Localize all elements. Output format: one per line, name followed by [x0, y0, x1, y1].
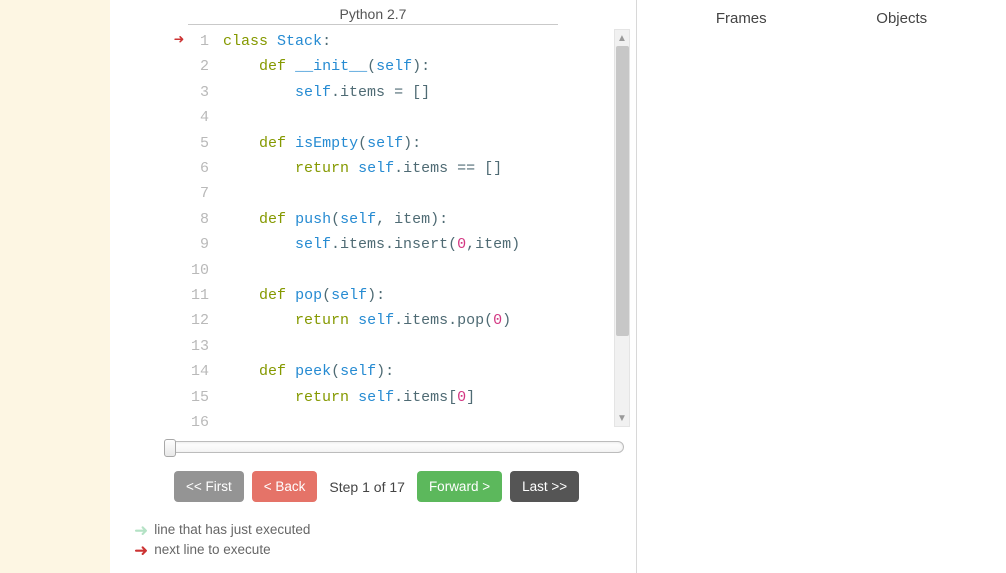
code-panel: Python 2.7 ➜ 1class Stack:2 def __init__(…: [110, 0, 636, 573]
legend-next: ➜ next line to execute: [134, 540, 636, 560]
code-line: 12 return self.items.pop(0): [110, 308, 521, 333]
line-source: return self.items[0]: [219, 385, 521, 410]
line-number: 2: [190, 54, 219, 79]
legend-next-text: next line to execute: [154, 540, 270, 560]
line-arrow-cell: [110, 410, 190, 427]
legend: ➜ line that has just executed ➜ next lin…: [134, 520, 636, 560]
code-line: 11 def pop(self):: [110, 283, 521, 308]
line-source: def __init__(self):: [219, 54, 521, 79]
line-source: class Stack:: [219, 29, 521, 54]
line-arrow-cell: [110, 385, 190, 410]
code-line: 13: [110, 334, 521, 359]
vis-headers: Frames Objects: [637, 0, 1006, 27]
code-line: 5 def isEmpty(self):: [110, 131, 521, 156]
forward-button[interactable]: Forward >: [417, 471, 502, 502]
line-source: self.items = []: [219, 80, 521, 105]
line-source: [219, 410, 521, 427]
step-label: Step 1 of 17: [329, 479, 405, 495]
code-line: 16: [110, 410, 521, 427]
line-arrow-cell: [110, 283, 190, 308]
last-button[interactable]: Last >>: [510, 471, 579, 502]
code-line: ➜ 1class Stack:: [110, 29, 521, 54]
scrollbar-thumb[interactable]: [616, 46, 629, 336]
line-number: 10: [190, 258, 219, 283]
line-source: self.items.insert(0,item): [219, 232, 521, 257]
executed-arrow-icon: ➜: [134, 522, 148, 539]
line-arrow-cell: [110, 207, 190, 232]
line-number: 9: [190, 232, 219, 257]
visualization-panel: Frames Objects: [636, 0, 1006, 573]
next-line-arrow-icon: ➜: [174, 32, 184, 51]
line-arrow-cell: [110, 131, 190, 156]
line-source: def peek(self):: [219, 359, 521, 384]
code-line: 8 def push(self, item):: [110, 207, 521, 232]
line-arrow-cell: [110, 258, 190, 283]
objects-header: Objects: [876, 10, 927, 27]
slider-knob[interactable]: [164, 439, 176, 457]
line-number: 1: [190, 29, 219, 54]
line-number: 16: [190, 410, 219, 427]
language-label: Python 2.7: [110, 6, 636, 22]
line-source: [219, 334, 521, 359]
legend-executed-text: line that has just executed: [154, 520, 310, 540]
back-button[interactable]: < Back: [252, 471, 318, 502]
line-arrow-cell: [110, 359, 190, 384]
code-scroll-area: ➜ 1class Stack:2 def __init__(self):3 sel…: [110, 29, 630, 427]
code-line: 14 def peek(self):: [110, 359, 521, 384]
frames-header: Frames: [716, 10, 767, 27]
divider: [188, 24, 558, 25]
scrollbar-vertical[interactable]: ▲ ▼: [614, 29, 630, 427]
line-number: 3: [190, 80, 219, 105]
step-slider[interactable]: [166, 441, 624, 453]
line-number: 8: [190, 207, 219, 232]
line-source: [219, 181, 521, 206]
line-number: 14: [190, 359, 219, 384]
scrollbar-down-icon[interactable]: ▼: [615, 410, 629, 426]
line-arrow-cell: [110, 54, 190, 79]
code-line: 9 self.items.insert(0,item): [110, 232, 521, 257]
step-controls: << First < Back Step 1 of 17 Forward > L…: [174, 471, 636, 502]
line-source: return self.items == []: [219, 156, 521, 181]
line-source: def push(self, item):: [219, 207, 521, 232]
line-arrow-cell: ➜: [110, 29, 190, 54]
legend-executed: ➜ line that has just executed: [134, 520, 636, 540]
code-line: 4: [110, 105, 521, 130]
line-arrow-cell: [110, 156, 190, 181]
line-source: [219, 105, 521, 130]
next-arrow-icon: ➜: [134, 542, 148, 559]
scrollbar-up-icon[interactable]: ▲: [615, 30, 629, 46]
code-table: ➜ 1class Stack:2 def __init__(self):3 sel…: [110, 29, 521, 427]
line-arrow-cell: [110, 308, 190, 333]
line-number: 15: [190, 385, 219, 410]
line-number: 6: [190, 156, 219, 181]
code-line: 2 def __init__(self):: [110, 54, 521, 79]
code-line: 7: [110, 181, 521, 206]
code-line: 3 self.items = []: [110, 80, 521, 105]
code-body: ➜ 1class Stack:2 def __init__(self):3 sel…: [110, 29, 614, 427]
line-arrow-cell: [110, 105, 190, 130]
line-number: 13: [190, 334, 219, 359]
line-source: def isEmpty(self):: [219, 131, 521, 156]
code-line: 6 return self.items == []: [110, 156, 521, 181]
code-line: 10: [110, 258, 521, 283]
line-source: return self.items.pop(0): [219, 308, 521, 333]
line-arrow-cell: [110, 334, 190, 359]
line-number: 7: [190, 181, 219, 206]
slider-rail[interactable]: [166, 441, 624, 453]
line-number: 4: [190, 105, 219, 130]
line-number: 12: [190, 308, 219, 333]
first-button[interactable]: << First: [174, 471, 244, 502]
line-number: 5: [190, 131, 219, 156]
line-arrow-cell: [110, 181, 190, 206]
line-source: def pop(self):: [219, 283, 521, 308]
line-number: 11: [190, 283, 219, 308]
line-arrow-cell: [110, 80, 190, 105]
line-arrow-cell: [110, 232, 190, 257]
code-line: 15 return self.items[0]: [110, 385, 521, 410]
page-left-margin: [0, 0, 110, 573]
line-source: [219, 258, 521, 283]
